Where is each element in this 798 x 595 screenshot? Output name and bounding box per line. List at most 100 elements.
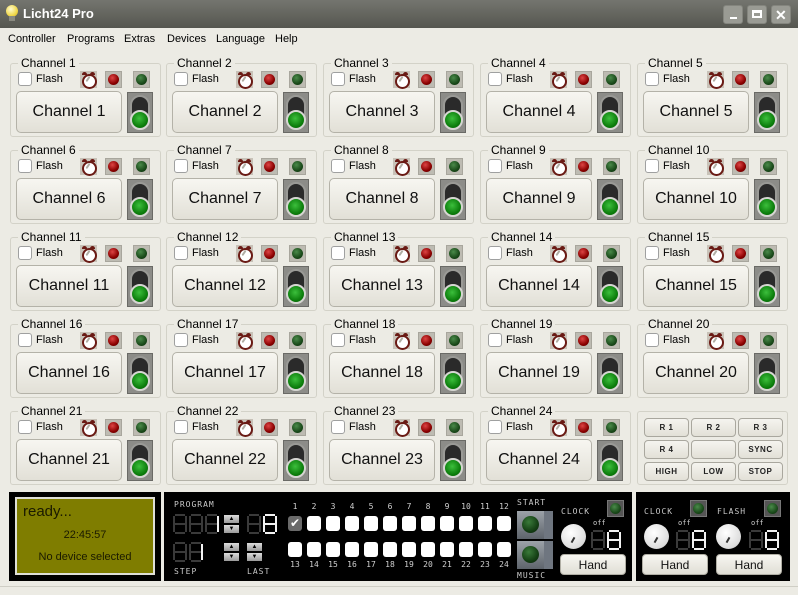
- extras-flash-hand-button[interactable]: Hand: [716, 554, 782, 575]
- music-button[interactable]: [517, 541, 553, 569]
- channel-button[interactable]: Channel 3: [329, 91, 435, 133]
- channel-toggle-switch[interactable]: [754, 92, 780, 133]
- r2-button[interactable]: R 2: [691, 418, 736, 437]
- channel-toggle-switch[interactable]: [440, 179, 466, 220]
- alarm-clock-icon[interactable]: [550, 245, 567, 263]
- flash-checkbox[interactable]: [174, 333, 188, 347]
- channel-toggle-switch[interactable]: [440, 440, 466, 481]
- channel-button[interactable]: Channel 20: [643, 352, 749, 394]
- high-button[interactable]: HIGH: [644, 462, 689, 481]
- alarm-clock-icon[interactable]: [393, 245, 410, 263]
- clock-hand-button[interactable]: Hand: [560, 554, 626, 575]
- flash-checkbox[interactable]: [488, 246, 502, 260]
- up-arrow-icon[interactable]: ▲: [247, 543, 262, 551]
- flash-checkbox[interactable]: [488, 420, 502, 434]
- flash-checkbox[interactable]: [331, 159, 345, 173]
- alarm-clock-icon[interactable]: [80, 245, 97, 263]
- menu-controller[interactable]: Controller: [8, 33, 56, 45]
- channel-toggle-switch[interactable]: [754, 179, 780, 220]
- flash-checkbox[interactable]: [645, 246, 659, 260]
- step-checkbox[interactable]: [345, 516, 359, 531]
- program-spinner[interactable]: ▲ ▼: [224, 515, 239, 533]
- flash-checkbox[interactable]: [331, 72, 345, 86]
- channel-button[interactable]: Channel 14: [486, 265, 592, 307]
- menu-extras[interactable]: Extras: [124, 33, 155, 45]
- channel-button[interactable]: Channel 21: [16, 439, 122, 481]
- channel-toggle-switch[interactable]: [127, 266, 153, 307]
- up-arrow-icon[interactable]: ▲: [224, 543, 239, 551]
- down-arrow-icon[interactable]: ▼: [224, 553, 239, 561]
- extras-clock-knob[interactable]: [644, 524, 669, 549]
- flash-checkbox[interactable]: [488, 333, 502, 347]
- channel-button[interactable]: Channel 15: [643, 265, 749, 307]
- channel-toggle-switch[interactable]: [440, 353, 466, 394]
- step-checkbox[interactable]: [326, 542, 340, 557]
- step-checkbox[interactable]: [364, 516, 378, 531]
- alarm-clock-icon[interactable]: [550, 419, 567, 437]
- channel-toggle-switch[interactable]: [440, 92, 466, 133]
- channel-toggle-switch[interactable]: [597, 92, 623, 133]
- step-checkbox[interactable]: [478, 542, 492, 557]
- channel-toggle-switch[interactable]: [597, 179, 623, 220]
- alarm-clock-icon[interactable]: [80, 158, 97, 176]
- step-checkbox[interactable]: [383, 542, 397, 557]
- close-button[interactable]: ✕: [771, 5, 791, 24]
- blank-button[interactable]: [691, 440, 736, 459]
- step-checkbox[interactable]: [440, 516, 454, 531]
- channel-button[interactable]: Channel 7: [172, 178, 278, 220]
- flash-checkbox[interactable]: [174, 72, 188, 86]
- channel-button[interactable]: Channel 10: [643, 178, 749, 220]
- channel-button[interactable]: Channel 24: [486, 439, 592, 481]
- channel-button[interactable]: Channel 4: [486, 91, 592, 133]
- alarm-clock-icon[interactable]: [80, 332, 97, 350]
- channel-toggle-switch[interactable]: [754, 266, 780, 307]
- channel-toggle-switch[interactable]: [283, 353, 309, 394]
- extras-clock-hand-button[interactable]: Hand: [642, 554, 708, 575]
- channel-toggle-switch[interactable]: [283, 179, 309, 220]
- channel-toggle-switch[interactable]: [127, 179, 153, 220]
- channel-button[interactable]: Channel 13: [329, 265, 435, 307]
- alarm-clock-icon[interactable]: [236, 332, 253, 350]
- channel-button[interactable]: Channel 18: [329, 352, 435, 394]
- step-checkbox[interactable]: [440, 542, 454, 557]
- channel-button[interactable]: Channel 12: [172, 265, 278, 307]
- channel-toggle-switch[interactable]: [597, 353, 623, 394]
- flash-checkbox[interactable]: [645, 159, 659, 173]
- down-arrow-icon[interactable]: ▼: [247, 553, 262, 561]
- flash-checkbox[interactable]: [645, 333, 659, 347]
- step-checkbox[interactable]: [402, 542, 416, 557]
- start-button[interactable]: [517, 511, 553, 539]
- channel-button[interactable]: Channel 2: [172, 91, 278, 133]
- alarm-clock-icon[interactable]: [707, 71, 724, 89]
- stop-button[interactable]: STOP: [738, 462, 783, 481]
- flash-checkbox[interactable]: [331, 420, 345, 434]
- flash-checkbox[interactable]: [331, 333, 345, 347]
- step-checkbox[interactable]: [421, 516, 435, 531]
- step-checkbox[interactable]: [459, 516, 473, 531]
- alarm-clock-icon[interactable]: [393, 158, 410, 176]
- step-checkbox[interactable]: [307, 516, 321, 531]
- alarm-clock-icon[interactable]: [550, 158, 567, 176]
- up-arrow-icon[interactable]: ▲: [224, 515, 239, 523]
- sync-button[interactable]: SYNC: [738, 440, 783, 459]
- step-checkbox[interactable]: [307, 542, 321, 557]
- step-checkbox[interactable]: [478, 516, 492, 531]
- alarm-clock-icon[interactable]: [80, 419, 97, 437]
- menu-devices[interactable]: Devices: [167, 33, 206, 45]
- channel-toggle-switch[interactable]: [127, 440, 153, 481]
- channel-button[interactable]: Channel 11: [16, 265, 122, 307]
- channel-toggle-switch[interactable]: [597, 266, 623, 307]
- channel-button[interactable]: Channel 16: [16, 352, 122, 394]
- flash-checkbox[interactable]: [18, 159, 32, 173]
- flash-checkbox[interactable]: [645, 72, 659, 86]
- channel-button[interactable]: Channel 17: [172, 352, 278, 394]
- channel-toggle-switch[interactable]: [283, 92, 309, 133]
- maximize-button[interactable]: [747, 5, 767, 24]
- channel-button[interactable]: Channel 5: [643, 91, 749, 133]
- step-checkbox[interactable]: [459, 542, 473, 557]
- channel-button[interactable]: Channel 22: [172, 439, 278, 481]
- clock-knob[interactable]: [561, 524, 586, 549]
- last-spinner[interactable]: ▲ ▼: [247, 543, 262, 561]
- step-checkbox[interactable]: [326, 516, 340, 531]
- flash-checkbox[interactable]: [331, 246, 345, 260]
